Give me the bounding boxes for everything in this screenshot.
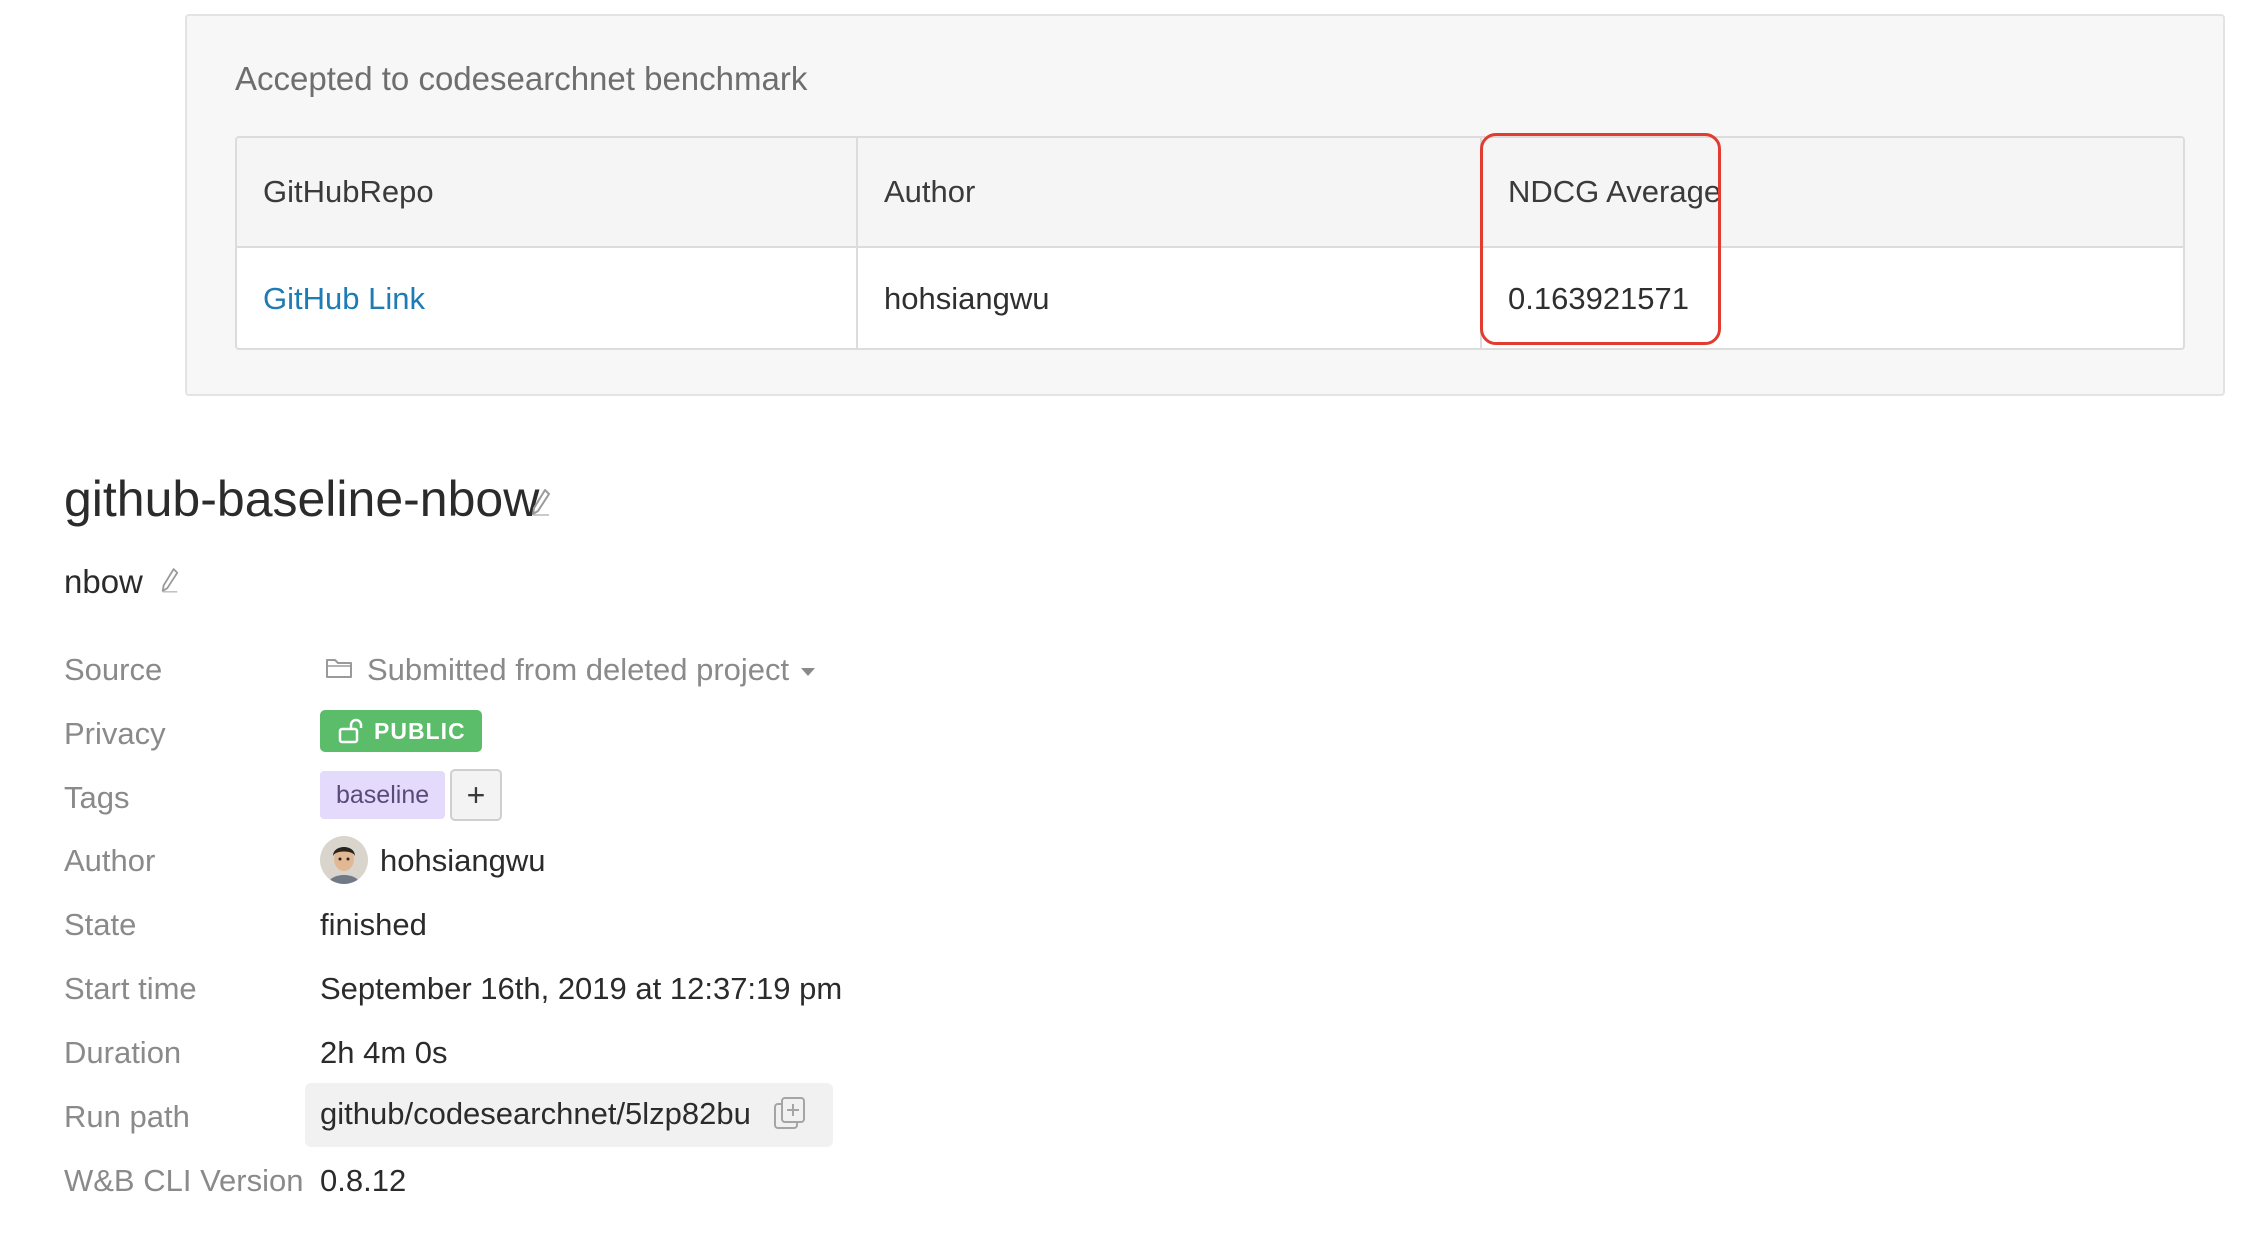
ndcg-average-cell: 0.163921571 bbox=[1508, 281, 1690, 316]
benchmark-title: Accepted to codesearchnet benchmark bbox=[235, 60, 808, 97]
folder-icon bbox=[325, 656, 353, 685]
run-path-box: github/codesearchnet/5lzp82bu bbox=[305, 1083, 833, 1147]
start-time-value: September 16th, 2019 at 12:37:19 pm bbox=[320, 971, 843, 1006]
tags-label: Tags bbox=[64, 780, 130, 815]
pencil-icon[interactable] bbox=[530, 487, 552, 522]
privacy-badge[interactable]: PUBLIC bbox=[320, 710, 482, 752]
caret-down-icon bbox=[801, 668, 816, 676]
benchmark-table: GitHubRepo Author NDCG Average GitHub Li… bbox=[235, 136, 2185, 350]
run-path-label: Run path bbox=[64, 1099, 190, 1134]
column-header-githubrepo: GitHubRepo bbox=[237, 138, 858, 246]
state-value: finished bbox=[320, 907, 427, 942]
duration-label: Duration bbox=[64, 1035, 182, 1070]
run-group: nbow bbox=[64, 563, 143, 600]
table-header-row: GitHubRepo Author NDCG Average bbox=[237, 138, 2183, 248]
column-header-author: Author bbox=[858, 138, 1482, 246]
source-value: Submitted from deleted project bbox=[367, 652, 790, 687]
unlock-icon bbox=[338, 718, 363, 744]
column-header-ndcg-average: NDCG Average bbox=[1508, 174, 1722, 209]
run-path-value: github/codesearchnet/5lzp82bu bbox=[320, 1096, 751, 1131]
author-value[interactable]: hohsiangwu bbox=[380, 843, 545, 879]
cli-version-value: 0.8.12 bbox=[320, 1163, 407, 1198]
tag-chip[interactable]: baseline bbox=[320, 771, 446, 819]
cli-version-label: W&B CLI Version bbox=[64, 1163, 304, 1198]
github-link[interactable]: GitHub Link bbox=[263, 281, 425, 317]
source-dropdown[interactable]: Submitted from deleted project bbox=[325, 652, 816, 688]
privacy-label: Privacy bbox=[64, 716, 166, 751]
start-time-label: Start time bbox=[64, 971, 197, 1006]
copy-icon[interactable] bbox=[771, 1094, 811, 1139]
privacy-value: PUBLIC bbox=[374, 717, 466, 744]
run-name: github-baseline-nbow bbox=[64, 471, 540, 527]
duration-value: 2h 4m 0s bbox=[320, 1035, 448, 1070]
author-label: Author bbox=[64, 843, 156, 878]
pencil-icon[interactable] bbox=[160, 566, 180, 599]
benchmark-panel: Accepted to codesearchnet benchmark GitH… bbox=[185, 14, 2225, 396]
source-label: Source bbox=[64, 652, 163, 687]
author-cell: hohsiangwu bbox=[858, 248, 1482, 348]
repo-cell: GitHub Link bbox=[237, 248, 858, 348]
table-row: GitHub Link hohsiangwu 0.163921571 bbox=[237, 248, 2183, 348]
avatar[interactable] bbox=[320, 836, 368, 884]
add-tag-button[interactable]: + bbox=[450, 769, 502, 821]
state-label: State bbox=[64, 907, 137, 942]
